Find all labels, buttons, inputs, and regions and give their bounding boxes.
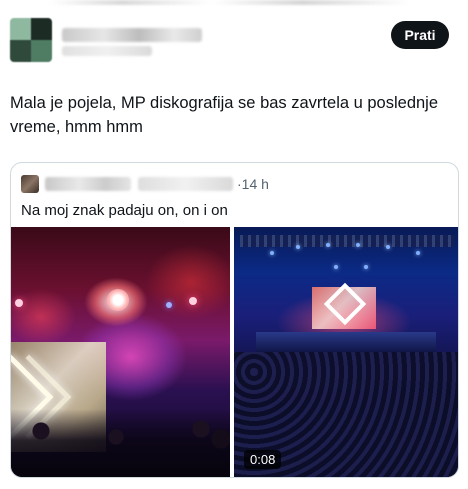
- spotlight: [15, 299, 23, 307]
- concert-photo-left[interactable]: [11, 227, 232, 477]
- stage-light: [416, 251, 420, 255]
- follow-button[interactable]: Prati: [391, 21, 449, 49]
- stage-light: [334, 265, 338, 269]
- stage-light: [364, 265, 368, 269]
- quoted-tweet[interactable]: ·14 h Na moj znak padaju on, on i on 0:0…: [10, 162, 459, 478]
- tweet-text: Mala je pojela, MP diskografija se bas z…: [10, 94, 439, 136]
- video-duration-badge: 0:08: [244, 450, 282, 469]
- concert-video[interactable]: 0:08: [234, 227, 458, 477]
- spotlight: [189, 297, 197, 305]
- stage-light: [356, 243, 360, 247]
- tweet-header: Prati: [0, 0, 468, 80]
- stage-light: [296, 245, 300, 249]
- stage-light: [270, 251, 274, 255]
- blurred-display-name[interactable]: [62, 28, 202, 42]
- quoted-timestamp: ·14 h: [237, 176, 269, 192]
- stage-platform: [256, 332, 436, 354]
- spotlight: [166, 302, 172, 308]
- avatar[interactable]: [10, 18, 52, 62]
- stage-light: [326, 243, 330, 247]
- quoted-blurred-display-name: [45, 177, 131, 191]
- blurred-username[interactable]: [62, 46, 152, 56]
- quoted-tweet-text: Na moj znak padaju on, on i on: [21, 202, 228, 219]
- audience-silhouettes: [11, 409, 230, 477]
- stage-truss: [240, 235, 454, 247]
- quoted-avatar: [21, 175, 39, 193]
- stage-light: [386, 245, 390, 249]
- spotlight: [107, 289, 129, 311]
- quoted-blurred-username: [138, 177, 233, 191]
